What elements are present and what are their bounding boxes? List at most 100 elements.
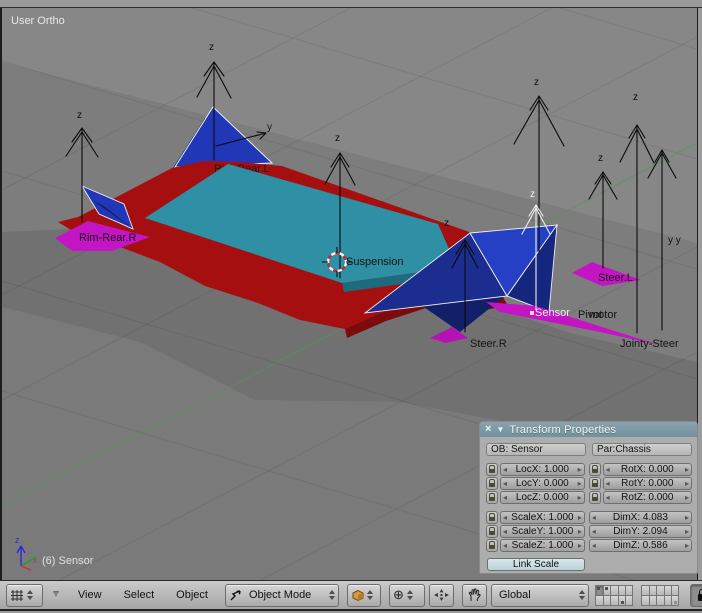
scalez-slider[interactable]: ◂ ScaleZ: 1.000 ▸	[500, 539, 585, 552]
slider-increment-icon[interactable]: ▸	[578, 479, 582, 488]
rotz-lock-button[interactable]	[588, 491, 601, 504]
draw-type-stepper[interactable]	[366, 590, 373, 600]
window-right-edge	[698, 8, 702, 580]
viewport-left-border	[0, 8, 2, 580]
mini-axis-x-label: x	[33, 556, 37, 565]
pivot-point-button[interactable]: ⊕	[388, 583, 425, 607]
mini-axis-z-label: z	[15, 535, 20, 545]
scaley-slider[interactable]: ◂ ScaleY: 1.000 ▸	[500, 525, 585, 538]
transform-orientation-hand-button[interactable]	[461, 583, 487, 607]
roty-slider[interactable]: ◂ RotY: 0.000 ▸	[602, 477, 692, 490]
dimx-slider[interactable]: ◂ DimX: 4.083 ▸	[588, 511, 692, 524]
view-name-label: User Ortho	[11, 15, 65, 27]
manipulator-toggle-button[interactable]	[428, 583, 454, 607]
collapse-icon[interactable]: ▼	[496, 425, 504, 434]
slider-increment-icon[interactable]: ▸	[685, 541, 689, 550]
locx-lock-button[interactable]	[486, 463, 498, 476]
open-lock-icon	[591, 493, 598, 501]
draw-type-button[interactable]	[346, 583, 381, 607]
jointy-steer-label: Jointy-Steer	[620, 338, 679, 350]
header-menu-collapse-icon[interactable]: ▼	[51, 590, 61, 601]
lock-icon	[697, 589, 702, 601]
link-scale-button[interactable]: Link Scale	[487, 558, 585, 571]
orientation-dropdown[interactable]: Global	[490, 583, 589, 607]
dimy-slider[interactable]: ◂ DimY: 2.094 ▸	[588, 525, 692, 538]
slider-increment-icon[interactable]: ▸	[578, 527, 582, 536]
roty-lock-button[interactable]	[588, 477, 601, 490]
transform-panel-header[interactable]: × ▼ Transform Properties	[480, 422, 697, 437]
layer-button-15[interactable]	[625, 594, 634, 606]
open-lock-icon	[591, 465, 598, 473]
svg-text:z: z	[444, 218, 449, 229]
slider-increment-icon[interactable]: ▸	[578, 465, 582, 474]
slider-increment-icon[interactable]: ▸	[685, 513, 689, 522]
rotx-lock-button[interactable]	[588, 463, 601, 476]
hand-icon	[468, 588, 481, 602]
grid-editor-icon	[11, 589, 23, 601]
mode-stepper[interactable]	[328, 590, 335, 600]
layer-group-1	[595, 584, 638, 606]
panel-title: Transform Properties	[509, 423, 617, 436]
scalez-lock-button[interactable]	[486, 539, 498, 552]
menu-object[interactable]: Object	[165, 589, 219, 601]
locz-slider[interactable]: ◂ LocZ: 0.000 ▸	[500, 491, 585, 504]
slider-increment-icon[interactable]: ▸	[685, 479, 689, 488]
parent-field[interactable]: Par:Chassis	[592, 443, 692, 456]
layer-buttons	[595, 584, 684, 606]
suspension-label: Suspension	[346, 256, 404, 268]
mode-dropdown[interactable]: Object Mode	[224, 583, 339, 607]
svg-text:z: z	[633, 92, 638, 103]
open-lock-icon	[489, 541, 495, 549]
pivot-stepper[interactable]	[406, 590, 413, 600]
lock-layers-button[interactable]	[689, 583, 702, 607]
rotx-slider[interactable]: ◂ RotX: 0.000 ▸	[602, 463, 692, 476]
selected-z-label: z	[530, 189, 535, 200]
menu-select[interactable]: Select	[113, 589, 166, 601]
locy-lock-button[interactable]	[486, 477, 498, 490]
viewport-header-bar: ▼ View Select Object Object Mode ⊕ Globa…	[0, 580, 702, 611]
open-lock-icon	[489, 527, 495, 535]
open-lock-icon	[489, 493, 495, 501]
sensor-label: Sensor	[535, 307, 570, 319]
slider-increment-icon[interactable]: ▸	[578, 541, 582, 550]
scalex-slider[interactable]: ◂ ScaleX: 1.000 ▸	[500, 511, 585, 524]
slider-increment-icon[interactable]: ▸	[685, 465, 689, 474]
transform-properties-panel: × ▼ Transform Properties OB: Sensor Par:…	[479, 421, 698, 574]
open-lock-icon	[489, 513, 495, 521]
scalex-lock-button[interactable]	[486, 511, 498, 524]
slider-increment-icon[interactable]: ▸	[578, 513, 582, 522]
close-icon[interactable]: ×	[485, 424, 491, 435]
svg-text:z: z	[598, 153, 603, 164]
svg-text:z: z	[335, 133, 340, 144]
editor-type-button[interactable]	[6, 583, 43, 607]
svg-text:z: z	[534, 77, 539, 88]
locy-slider[interactable]: ◂ LocY: 0.000 ▸	[500, 477, 585, 490]
status-object-label: (6) Sensor	[42, 555, 94, 567]
slider-increment-icon[interactable]: ▸	[685, 527, 689, 536]
svg-text:z: z	[209, 42, 214, 53]
menu-view[interactable]: View	[67, 589, 113, 601]
sensor-object-center-dot[interactable]	[530, 311, 534, 315]
steer-l-label: Steer.L	[598, 272, 633, 284]
dimz-slider[interactable]: ◂ DimZ: 0.586 ▸	[588, 539, 692, 552]
open-lock-icon	[489, 479, 495, 487]
slider-increment-icon[interactable]: ▸	[578, 493, 582, 502]
locx-slider[interactable]: ◂ LocX: 1.000 ▸	[500, 463, 585, 476]
open-lock-icon	[591, 479, 598, 487]
orientation-stepper[interactable]	[578, 590, 585, 600]
axis-y-label: y	[267, 122, 272, 133]
slider-increment-icon[interactable]: ▸	[685, 493, 689, 502]
motor-label: motor	[589, 309, 617, 321]
scaley-lock-button[interactable]	[486, 525, 498, 538]
ob-name-field[interactable]: OB: Sensor	[486, 443, 586, 456]
editor-type-stepper[interactable]	[27, 590, 33, 600]
locz-lock-button[interactable]	[486, 491, 498, 504]
layer-button-20[interactable]	[671, 594, 680, 606]
solid-draw-icon	[352, 589, 364, 601]
rotz-slider[interactable]: ◂ RotZ: 0.000 ▸	[602, 491, 692, 504]
manipulator-move-icon	[433, 589, 449, 601]
window-top-edge	[0, 0, 702, 8]
layer-group-2	[641, 584, 684, 606]
axis-yy-label: y y	[668, 235, 681, 246]
svg-text:z: z	[77, 110, 82, 121]
